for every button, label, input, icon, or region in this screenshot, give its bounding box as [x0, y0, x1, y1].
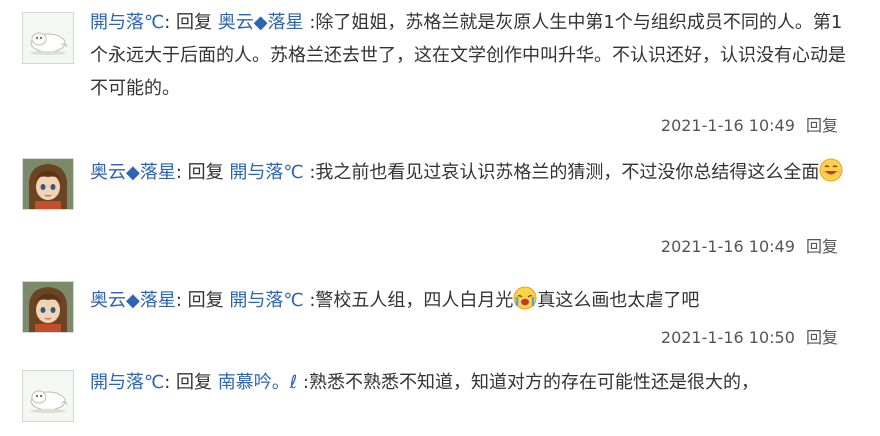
- timestamp: 2021-1-16 10:49: [660, 237, 795, 256]
- reply-target-link[interactable]: 開与落℃: [229, 290, 303, 311]
- avatar[interactable]: [22, 281, 74, 333]
- reply-text: 真这么画也太虐了吧: [537, 290, 700, 311]
- separator: :: [164, 372, 177, 393]
- author-link[interactable]: 開与落℃: [90, 12, 164, 33]
- avatar[interactable]: [22, 12, 74, 64]
- anime-girl-icon: [23, 282, 73, 332]
- reply-target-link[interactable]: 開与落℃: [229, 162, 303, 183]
- crying-emoji-icon: [513, 286, 537, 310]
- reply-content: 奥云◆落星: 回复 開与落℃ :警校五人组，四人白月光 真这么画也太虐了吧: [90, 284, 850, 317]
- separator: :: [164, 12, 177, 33]
- white-seal-icon: [23, 13, 73, 63]
- reply-target-link[interactable]: 奥云◆落星: [218, 12, 304, 33]
- reply-text: :警校五人组，四人白月光: [303, 290, 514, 311]
- white-seal-icon: [23, 371, 73, 421]
- reply-meta: 2021-1-16 10:49 回复: [661, 116, 838, 136]
- separator: :: [175, 162, 188, 183]
- reply-content: 開与落℃: 回复 南慕吟。ℓ :熟悉不熟悉不知道，知道对方的存在可能性还是很大的…: [90, 366, 850, 399]
- author-link[interactable]: 奥云◆落星: [90, 290, 176, 311]
- timestamp: 2021-1-16 10:49: [660, 116, 795, 135]
- reply-word: 回复: [187, 162, 230, 183]
- avatar[interactable]: [22, 370, 74, 422]
- author-link[interactable]: 開与落℃: [90, 372, 164, 393]
- reply-text: :熟悉不熟悉不知道，知道对方的存在可能性还是很大的，: [297, 372, 759, 393]
- avatar[interactable]: [22, 158, 74, 210]
- smile-emoji-icon: [819, 158, 843, 182]
- reply-content: 奥云◆落星: 回复 開与落℃ :我之前也看见过哀认识苏格兰的猜测，不过没你总结得…: [90, 156, 850, 189]
- author-link[interactable]: 奥云◆落星: [90, 162, 176, 183]
- timestamp: 2021-1-16 10:50: [660, 328, 795, 347]
- reply-button[interactable]: 回复: [806, 328, 838, 347]
- reply-meta: 2021-1-16 10:50 回复: [661, 328, 838, 348]
- reply-content: 開与落℃: 回复 奥云◆落星 :除了姐姐，苏格兰就是灰原人生中第1个与组织成员不…: [90, 6, 850, 105]
- separator: :: [175, 290, 188, 311]
- reply-thread: 開与落℃: 回复 奥云◆落星 :除了姐姐，苏格兰就是灰原人生中第1个与组织成员不…: [0, 0, 880, 436]
- reply-button[interactable]: 回复: [806, 237, 838, 256]
- reply-word: 回复: [187, 290, 230, 311]
- reply-button[interactable]: 回复: [806, 116, 838, 135]
- reply-word: 回复: [176, 372, 218, 393]
- reply-word: 回复: [176, 12, 218, 33]
- anime-girl-icon: [23, 159, 73, 209]
- reply-target-link[interactable]: 南慕吟。ℓ: [218, 372, 297, 393]
- reply-text: :我之前也看见过哀认识苏格兰的猜测，不过没你总结得这么全面: [303, 162, 820, 183]
- reply-meta: 2021-1-16 10:49 回复: [661, 237, 838, 257]
